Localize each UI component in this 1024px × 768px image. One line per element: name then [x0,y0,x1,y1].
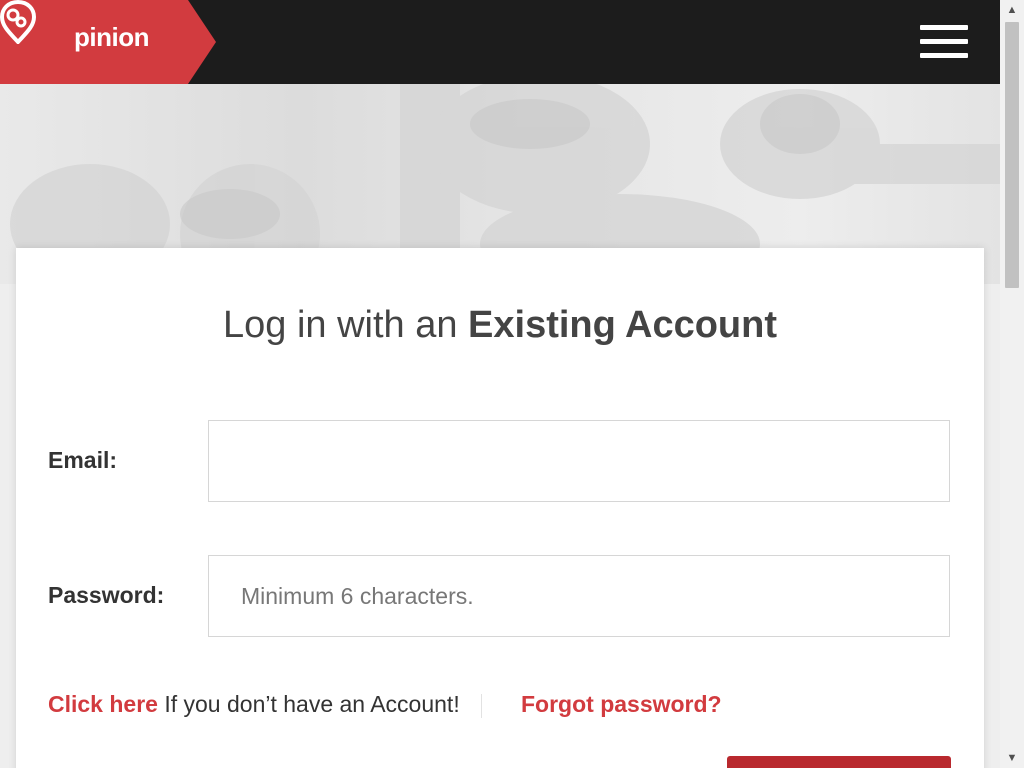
scroll-down-arrow-icon[interactable]: ▼ [1000,748,1024,768]
vertical-scrollbar[interactable]: ▲ ▼ [1000,0,1024,768]
login-submit-button[interactable] [727,756,951,768]
hamburger-menu-icon[interactable] [918,22,968,62]
page-title: Log in with an Existing Account [0,304,1000,347]
password-label: Password: [48,582,165,608]
pinion-logo-icon [0,0,36,44]
forgot-password-link[interactable]: Forgot password? [521,691,722,718]
password-field[interactable] [208,555,950,637]
email-field[interactable] [208,420,950,502]
signup-link[interactable]: Click here [48,691,158,717]
page: pinion Log in with an Existing Account E… [0,0,1000,768]
top-navigation-bar: pinion [0,0,1000,84]
scroll-up-arrow-icon[interactable]: ▲ [1000,0,1024,20]
title-prefix: Log in with an [222,304,458,346]
title-emphasis: Existing Account [468,304,778,346]
brand-name: pinion [74,22,149,52]
scrollbar-thumb[interactable] [1005,22,1019,288]
signup-text: If you don’t have an Account! [157,691,460,717]
signup-prompt: Click here If you don’t have an Account! [48,691,460,718]
email-label: Email: [48,447,118,473]
link-divider [481,694,482,718]
logo-link[interactable]: pinion [0,0,216,84]
